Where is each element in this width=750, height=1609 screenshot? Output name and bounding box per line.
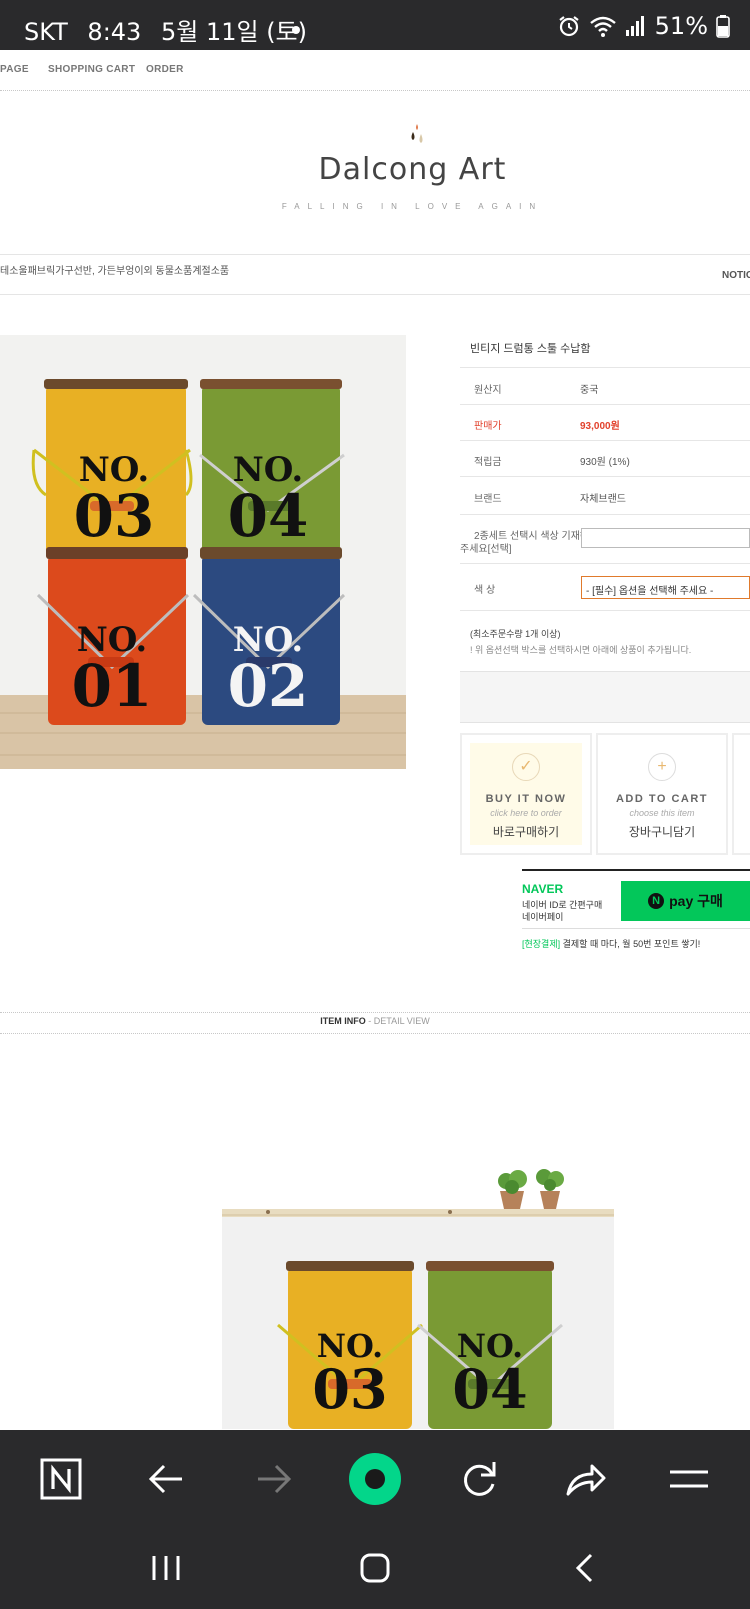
wifi-icon (589, 16, 616, 37)
drum-label-02: NO. 02 (227, 620, 309, 720)
status-bar: SKT 8:43 5월 11일 (토) 51% (0, 0, 750, 50)
category-menu[interactable]: 테소울패브릭가구선반, 가든부엉이외 동물소품계절소품 (0, 262, 229, 277)
naver-n-icon: N (648, 893, 665, 909)
drum-label-01: NO. 01 (71, 620, 153, 720)
info-row-price: 판매가 93,000원 (460, 404, 750, 440)
top-nav: PAGE SHOPPING CART ORDER (0, 50, 750, 88)
nav-link-order[interactable]: ORDER (146, 64, 184, 75)
notification-dot (292, 26, 300, 34)
divider (0, 90, 750, 91)
divider (0, 294, 750, 295)
tab-item-info[interactable]: ITEM INFO (320, 1016, 366, 1026)
clock: 8:43 (87, 18, 142, 46)
naver-home-icon[interactable] (36, 1454, 86, 1504)
battery-icon (716, 15, 730, 38)
option-notice: ! 위 옵션선택 박스를 선택하시면 아래에 상품이 추가됩니다. (470, 645, 692, 655)
divider (522, 928, 750, 929)
info-row-brand: 브랜드 자체브랜드 (460, 476, 750, 514)
carrier: SKT (24, 18, 68, 46)
naver-text-2: 네이버페이 (522, 912, 564, 922)
nav-link-shopping-cart[interactable]: SHOPPING CART (48, 64, 135, 75)
divider (0, 1033, 750, 1034)
wishlist-button[interactable] (732, 733, 750, 855)
naver-logo: NAVER (522, 882, 564, 896)
detail-drum-label-04: NO. 04 (452, 1327, 528, 1421)
selected-option-box (460, 671, 750, 723)
back-arrow-icon[interactable] (142, 1454, 192, 1504)
info-row-origin: 원산지 중국 (460, 367, 750, 404)
logo-subtitle: FALLING IN LOVE AGAIN (281, 202, 544, 211)
share-icon[interactable] (560, 1454, 610, 1504)
divider (0, 254, 750, 255)
battery-percent: 51% (654, 12, 708, 40)
green-dot-icon[interactable] (347, 1451, 403, 1507)
plus-icon: + (648, 753, 676, 781)
naver-promo: [현장결제] 결제할 때 마다, 월 50번 포인트 쌓기! (522, 939, 701, 949)
add-to-cart-button[interactable]: + ADD TO CART choose this item 장바구니담기 (596, 733, 728, 855)
color-select[interactable]: - [필수] 옵션을 선택해 주세요 - (581, 576, 750, 599)
tab-detail-view[interactable]: DETAIL VIEW (374, 1016, 430, 1026)
signal-icon (625, 16, 644, 36)
menu-icon[interactable] (664, 1454, 714, 1504)
notice-link[interactable]: NOTIC (722, 270, 750, 281)
drum-label-03: NO. 03 (73, 450, 155, 550)
detail-image: NO. 03 NO. 04 (222, 1125, 614, 1429)
product-title: 빈티지 드럼통 스툴 수납함 (470, 343, 591, 355)
alarm-icon (558, 16, 579, 37)
system-nav-bar (0, 1530, 750, 1609)
drum-label-04: NO. 04 (227, 450, 309, 550)
recent-apps-icon[interactable] (146, 1548, 186, 1588)
logo-title[interactable]: Dalcong Art (0, 152, 750, 187)
home-icon[interactable] (355, 1548, 395, 1588)
option-text-input[interactable] (581, 528, 750, 548)
option-label-2: 주세요[선택] (460, 544, 512, 555)
forward-arrow-icon[interactable] (248, 1454, 298, 1504)
browser-toolbar (0, 1430, 750, 1530)
back-icon[interactable] (565, 1548, 605, 1588)
nav-link-page[interactable]: PAGE (0, 64, 29, 75)
logo-drops-icon (411, 124, 423, 143)
detail-drum-label-03: NO. 03 (312, 1327, 388, 1421)
divider (522, 869, 750, 871)
naver-pay-button[interactable]: N pay 구매 (621, 881, 750, 921)
buy-now-button[interactable]: ✓ BUY IT NOW click here to order 바로구매하기 (460, 733, 592, 855)
divider (0, 1012, 750, 1013)
refresh-icon[interactable] (454, 1454, 504, 1504)
info-row-points: 적립금 930원 (1%) (460, 440, 750, 476)
item-info-tabs: ITEM INFO - DETAIL VIEW (320, 1016, 430, 1026)
screen: SKT 8:43 5월 11일 (토) 51% PAGE SHOPPING CA… (0, 0, 750, 1609)
check-icon: ✓ (512, 753, 540, 781)
product-image[interactable]: NO. 03 NO. 04 NO. 01 NO. 02 (0, 335, 406, 769)
min-qty-note: (최소주문수량 1개 이상) (470, 629, 561, 639)
date: 5월 11일 (토) (160, 18, 308, 46)
